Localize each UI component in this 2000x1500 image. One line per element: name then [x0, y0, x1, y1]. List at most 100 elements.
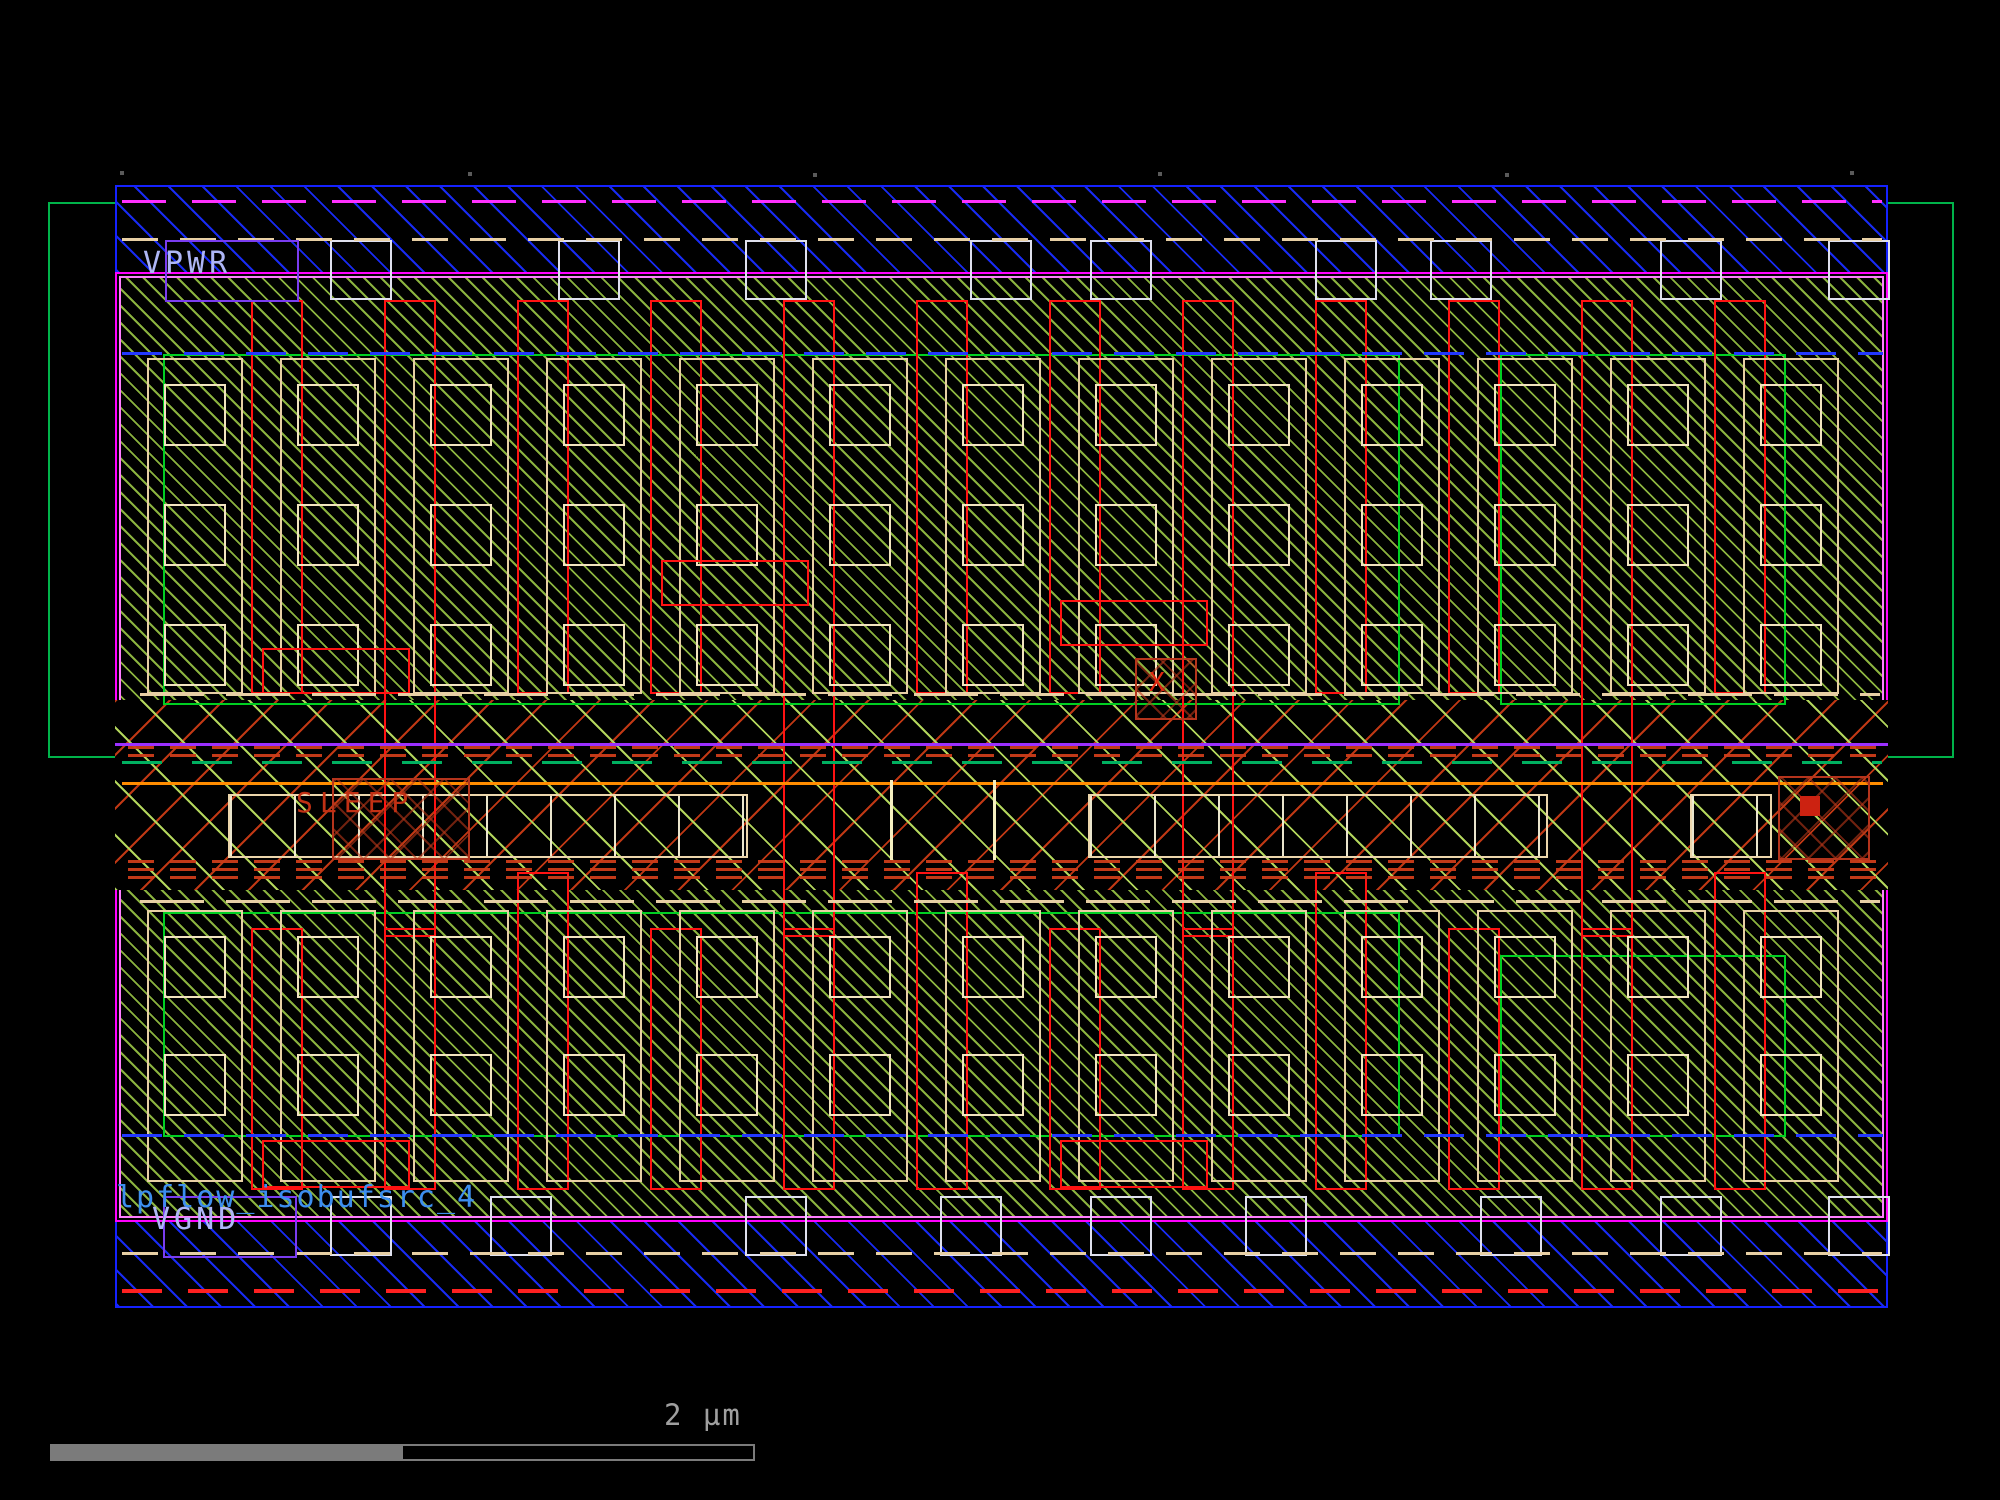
red-dashed-rule [122, 1289, 1882, 1293]
contact-square [164, 1054, 226, 1116]
ruler-tick [813, 173, 817, 177]
cell-name-label: lpflow_isobufsrc_4 [116, 1180, 477, 1215]
mcon-via [1315, 240, 1377, 300]
contact-square [164, 504, 226, 566]
device-array [0, 0, 2000, 1500]
violet-rule [115, 743, 1888, 746]
mcon-via [745, 240, 807, 300]
contact-square [1760, 504, 1822, 566]
mcon-via [1090, 240, 1152, 300]
poly-hook [1060, 1140, 1208, 1188]
contact-square [1494, 624, 1556, 686]
ruler-tick [1505, 173, 1509, 177]
contact-square [430, 624, 492, 686]
poly-hook [1060, 600, 1208, 646]
tap-pin-box [1778, 776, 1870, 860]
contact-square [164, 624, 226, 686]
mcon-via [745, 1196, 807, 1256]
contact-square [164, 936, 226, 998]
contact-square [962, 1054, 1024, 1116]
contact-square [1760, 936, 1822, 998]
contact-square [164, 384, 226, 446]
contact-square [1760, 624, 1822, 686]
contact-square [962, 384, 1024, 446]
contact-square [563, 504, 625, 566]
contact-square [1494, 504, 1556, 566]
li1-dashed-mid-upper [140, 693, 1880, 696]
met-edge-dashed-bottom [122, 1134, 1883, 1137]
tap-dash-row [128, 868, 1884, 871]
ruler-tick [120, 171, 124, 175]
contact-square [1361, 624, 1423, 686]
ruler-tick [1850, 171, 1854, 175]
ruler-tick [468, 172, 472, 176]
mcon-via [1480, 1196, 1542, 1256]
x-pin-box [1135, 658, 1197, 720]
mcon-via [1245, 1196, 1307, 1256]
contact-square [430, 1054, 492, 1116]
contact-square [1627, 384, 1689, 446]
contact-square [829, 1054, 891, 1116]
contact-square [297, 1054, 359, 1116]
poly-contact-divider [890, 780, 893, 860]
scale-bar [50, 1444, 755, 1461]
contact-square [1627, 504, 1689, 566]
contact-square [696, 384, 758, 446]
sleep-pin-label: SLEEP [296, 786, 415, 819]
tap-dash-row [128, 754, 1884, 757]
li1-dashed-edge-bottom [122, 1252, 1882, 1255]
contact-square [962, 624, 1024, 686]
contact-square [1228, 936, 1290, 998]
green-dashed-rule [122, 761, 1882, 764]
contact-square [1627, 936, 1689, 998]
x-pin-label: X [1149, 668, 1165, 698]
contact-square [829, 624, 891, 686]
mcon-via [1090, 1196, 1152, 1256]
contact-square [1095, 936, 1157, 998]
mcon-via [1828, 240, 1890, 300]
li1-contact-bar [1088, 794, 1548, 858]
tap-dash-row [128, 876, 1884, 879]
rail-centerline-dashed [122, 200, 1882, 203]
contact-square [962, 504, 1024, 566]
mcon-via [490, 1196, 552, 1256]
mcon-via [1828, 1196, 1890, 1256]
contact-square [829, 936, 891, 998]
contact-square [962, 936, 1024, 998]
contact-square [1760, 384, 1822, 446]
contact-square [1095, 384, 1157, 446]
mcon-via [558, 240, 620, 300]
contact-square [696, 624, 758, 686]
poly-contact-divider [993, 780, 996, 860]
contact-square [829, 504, 891, 566]
pin-square [1800, 796, 1820, 816]
contact-square [1228, 624, 1290, 686]
contact-square [1228, 384, 1290, 446]
contact-square [1361, 384, 1423, 446]
contact-square [1627, 1054, 1689, 1116]
contact-square [1627, 624, 1689, 686]
contact-square [563, 936, 625, 998]
contact-square [829, 384, 891, 446]
contact-square [297, 936, 359, 998]
contact-square [1494, 384, 1556, 446]
contact-square [1361, 936, 1423, 998]
poly-hook [262, 648, 410, 694]
mcon-via [1430, 240, 1492, 300]
contact-square [563, 1054, 625, 1116]
mcon-via [330, 240, 392, 300]
contact-square [696, 1054, 758, 1116]
contact-square [1228, 504, 1290, 566]
ruler-tick [1158, 172, 1162, 176]
li1-dashed-mid-lower [140, 900, 1880, 903]
contact-square [430, 384, 492, 446]
layout-canvas[interactable]: VPWR VGND lpflow_isobufsrc_4 SLEEP X 2 µ… [0, 0, 2000, 1500]
contact-square [1361, 504, 1423, 566]
poly-hook [661, 560, 809, 606]
contact-square [1760, 1054, 1822, 1116]
contact-square [563, 384, 625, 446]
contact-square [1228, 1054, 1290, 1116]
li1-dashed-edge-top [122, 238, 1882, 241]
contact-square [430, 504, 492, 566]
contact-square [297, 504, 359, 566]
